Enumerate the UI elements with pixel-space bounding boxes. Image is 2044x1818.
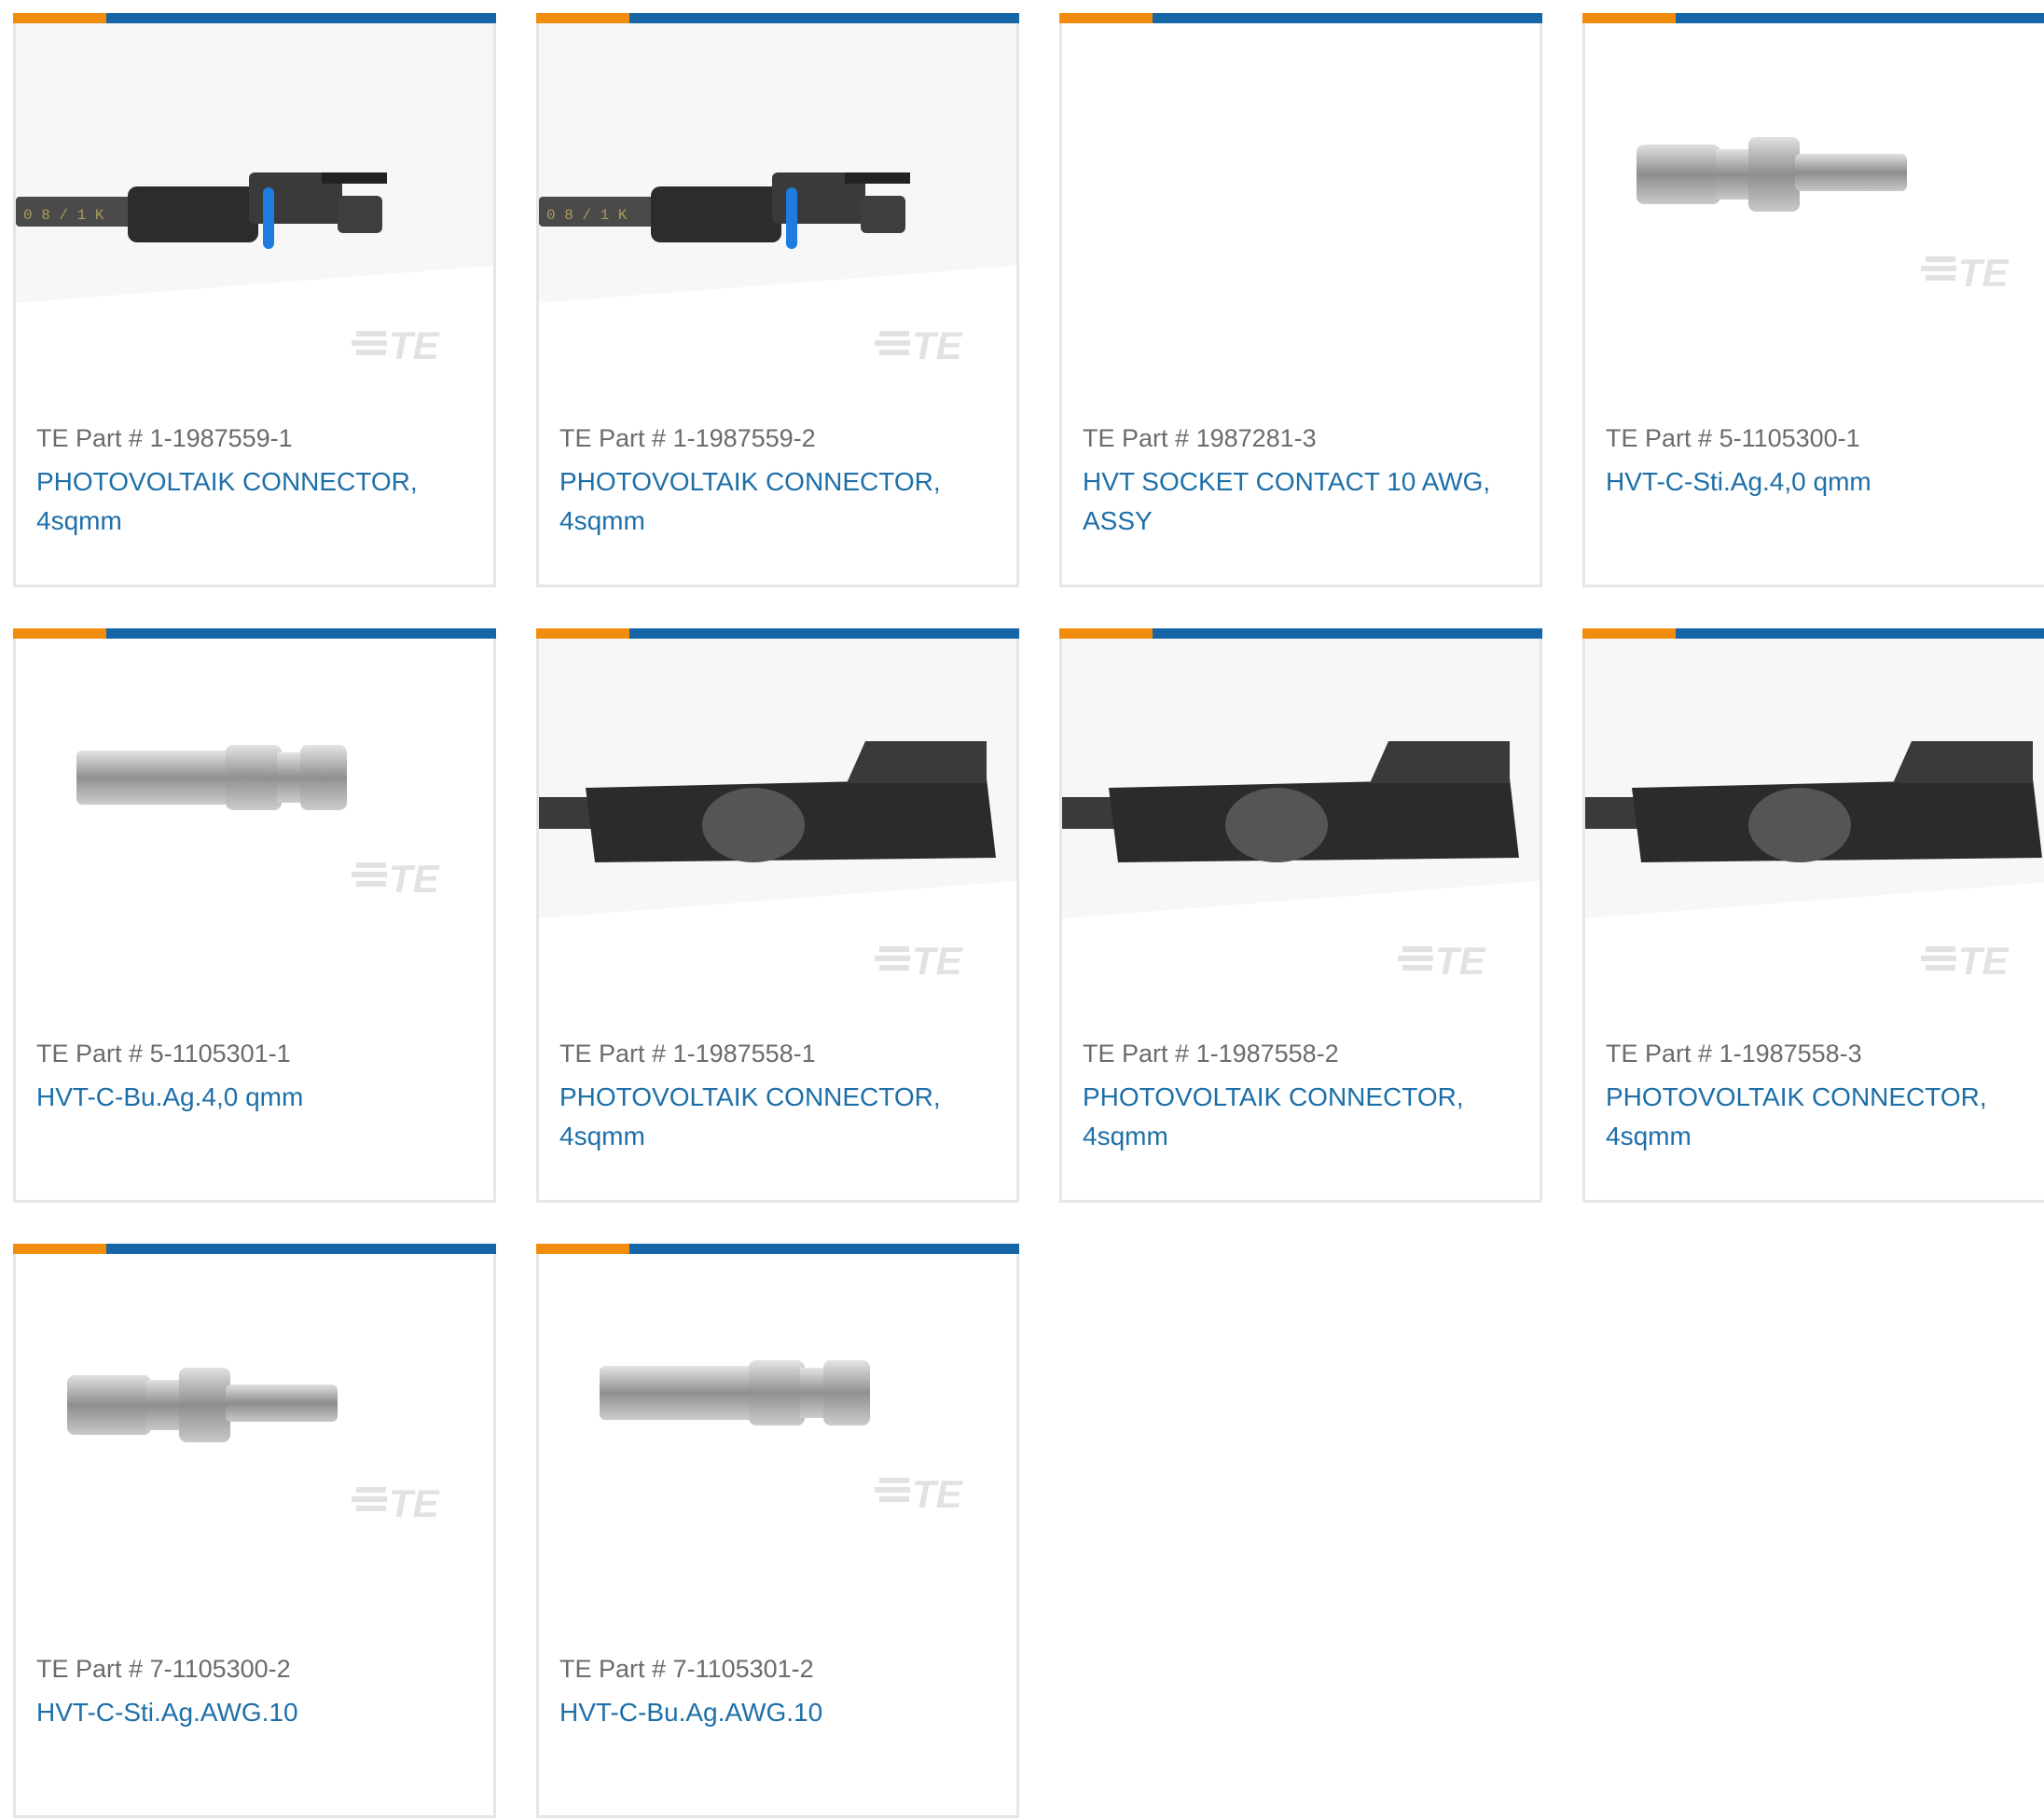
product-card[interactable]: TE TE Part # 1-1987558-3 PHOTOVOLTAIK CO… bbox=[1582, 628, 2044, 1203]
product-image[interactable]: 0 8 / 1 K TE bbox=[16, 23, 493, 392]
connector-cable-icon: 0 8 / 1 K TE bbox=[539, 23, 1016, 392]
product-image[interactable]: TE bbox=[539, 639, 1016, 1007]
connector-housing-icon: TE bbox=[1585, 639, 2044, 1007]
svg-text:TE: TE bbox=[912, 1472, 964, 1516]
connector-housing-icon: TE bbox=[1062, 639, 1540, 1007]
svg-text:TE: TE bbox=[912, 939, 964, 983]
socket-contact-icon: TE bbox=[539, 1254, 1016, 1622]
product-card[interactable]: TE TE Part # 1-1987558-2 PHOTOVOLTAIK CO… bbox=[1059, 628, 1542, 1203]
product-link[interactable]: PHOTOVOLTAIK CONNECTOR, 4sqmm bbox=[1606, 1078, 2044, 1156]
part-number: TE Part # 1-1987559-2 bbox=[559, 424, 816, 452]
product-card[interactable]: TE TE Part # 7-1105300-2 HVT-C-Sti.Ag.AW… bbox=[13, 1244, 496, 1818]
product-link[interactable]: PHOTOVOLTAIK CONNECTOR, 4sqmm bbox=[559, 462, 998, 541]
svg-text:TE: TE bbox=[1435, 939, 1487, 983]
part-number: TE Part # 1-1987559-1 bbox=[36, 424, 293, 452]
product-link[interactable]: PHOTOVOLTAIK CONNECTOR, 4sqmm bbox=[1083, 1078, 1521, 1156]
socket-contact-icon: TE bbox=[16, 639, 493, 1007]
card-accent-bar bbox=[13, 628, 496, 639]
svg-text:TE: TE bbox=[912, 324, 964, 367]
card-accent-bar bbox=[1582, 13, 2044, 23]
part-number: TE Part # 1-1987558-3 bbox=[1606, 1040, 1862, 1067]
product-image[interactable]: TE bbox=[539, 1254, 1016, 1622]
product-image[interactable]: 0 8 / 1 K TE bbox=[539, 23, 1016, 392]
product-image[interactable]: TE bbox=[1585, 639, 2044, 1007]
product-image[interactable]: TE bbox=[16, 639, 493, 1007]
svg-text:0 8 / 1 K: 0 8 / 1 K bbox=[23, 207, 104, 224]
card-accent-bar bbox=[1059, 628, 1542, 639]
pin-contact-icon: TE bbox=[1585, 23, 2044, 392]
card-accent-bar bbox=[1059, 13, 1542, 23]
product-card[interactable]: 0 8 / 1 K TE TE Part # 1-1987559-2 PHOTO… bbox=[536, 13, 1019, 587]
part-number: TE Part # 1-1987558-2 bbox=[1083, 1040, 1339, 1067]
card-accent-bar bbox=[13, 13, 496, 23]
product-link[interactable]: HVT SOCKET CONTACT 10 AWG, ASSY bbox=[1083, 462, 1521, 541]
svg-text:TE: TE bbox=[389, 1481, 441, 1525]
svg-text:0 8 / 1 K: 0 8 / 1 K bbox=[546, 207, 628, 224]
product-link[interactable]: HVT-C-Bu.Ag.AWG.10 bbox=[559, 1693, 998, 1732]
product-card[interactable]: 0 8 / 1 K TE TE Part # 1-1987559-1 PHOTO… bbox=[13, 13, 496, 587]
product-link[interactable]: PHOTOVOLTAIK CONNECTOR, 4sqmm bbox=[36, 462, 475, 541]
card-accent-bar bbox=[1582, 628, 2044, 639]
part-number: TE Part # 5-1105301-1 bbox=[36, 1040, 291, 1067]
product-image-empty[interactable] bbox=[1062, 23, 1540, 392]
part-number: TE Part # 5-1105300-1 bbox=[1606, 424, 1860, 452]
pin-contact-icon: TE bbox=[16, 1254, 493, 1622]
part-number: TE Part # 7-1105300-2 bbox=[36, 1655, 291, 1683]
product-card[interactable]: TE TE Part # 7-1105301-2 HVT-C-Bu.Ag.AWG… bbox=[536, 1244, 1019, 1818]
connector-cable-icon: 0 8 / 1 K TE bbox=[16, 23, 493, 392]
product-card[interactable]: TE Part # 1987281-3 HVT SOCKET CONTACT 1… bbox=[1059, 13, 1542, 587]
product-link[interactable]: HVT-C-Sti.Ag.4,0 qmm bbox=[1606, 462, 2044, 502]
product-image[interactable]: TE bbox=[1585, 23, 2044, 392]
svg-text:TE: TE bbox=[389, 324, 441, 367]
product-link[interactable]: HVT-C-Sti.Ag.AWG.10 bbox=[36, 1693, 475, 1732]
card-accent-bar bbox=[13, 1244, 496, 1254]
product-link[interactable]: PHOTOVOLTAIK CONNECTOR, 4sqmm bbox=[559, 1078, 998, 1156]
connector-housing-icon: TE bbox=[539, 639, 1016, 1007]
card-accent-bar bbox=[536, 628, 1019, 639]
svg-text:TE: TE bbox=[389, 857, 441, 901]
part-number: TE Part # 1-1987558-1 bbox=[559, 1040, 816, 1067]
product-image[interactable]: TE bbox=[16, 1254, 493, 1622]
part-number: TE Part # 1987281-3 bbox=[1083, 424, 1317, 452]
product-link[interactable]: HVT-C-Bu.Ag.4,0 qmm bbox=[36, 1078, 475, 1117]
product-grid: 0 8 / 1 K TE TE Part # 1-1987559-1 PHOTO… bbox=[13, 13, 2044, 1818]
svg-text:TE: TE bbox=[1958, 939, 2010, 983]
product-card[interactable]: TE TE Part # 1-1987558-1 PHOTOVOLTAIK CO… bbox=[536, 628, 1019, 1203]
card-accent-bar bbox=[536, 13, 1019, 23]
product-card[interactable]: TE TE Part # 5-1105301-1 HVT-C-Bu.Ag.4,0… bbox=[13, 628, 496, 1203]
part-number: TE Part # 7-1105301-2 bbox=[559, 1655, 814, 1683]
product-image[interactable]: TE bbox=[1062, 639, 1540, 1007]
product-card[interactable]: TE TE Part # 5-1105300-1 HVT-C-Sti.Ag.4,… bbox=[1582, 13, 2044, 587]
svg-text:TE: TE bbox=[1958, 251, 2010, 295]
card-accent-bar bbox=[536, 1244, 1019, 1254]
